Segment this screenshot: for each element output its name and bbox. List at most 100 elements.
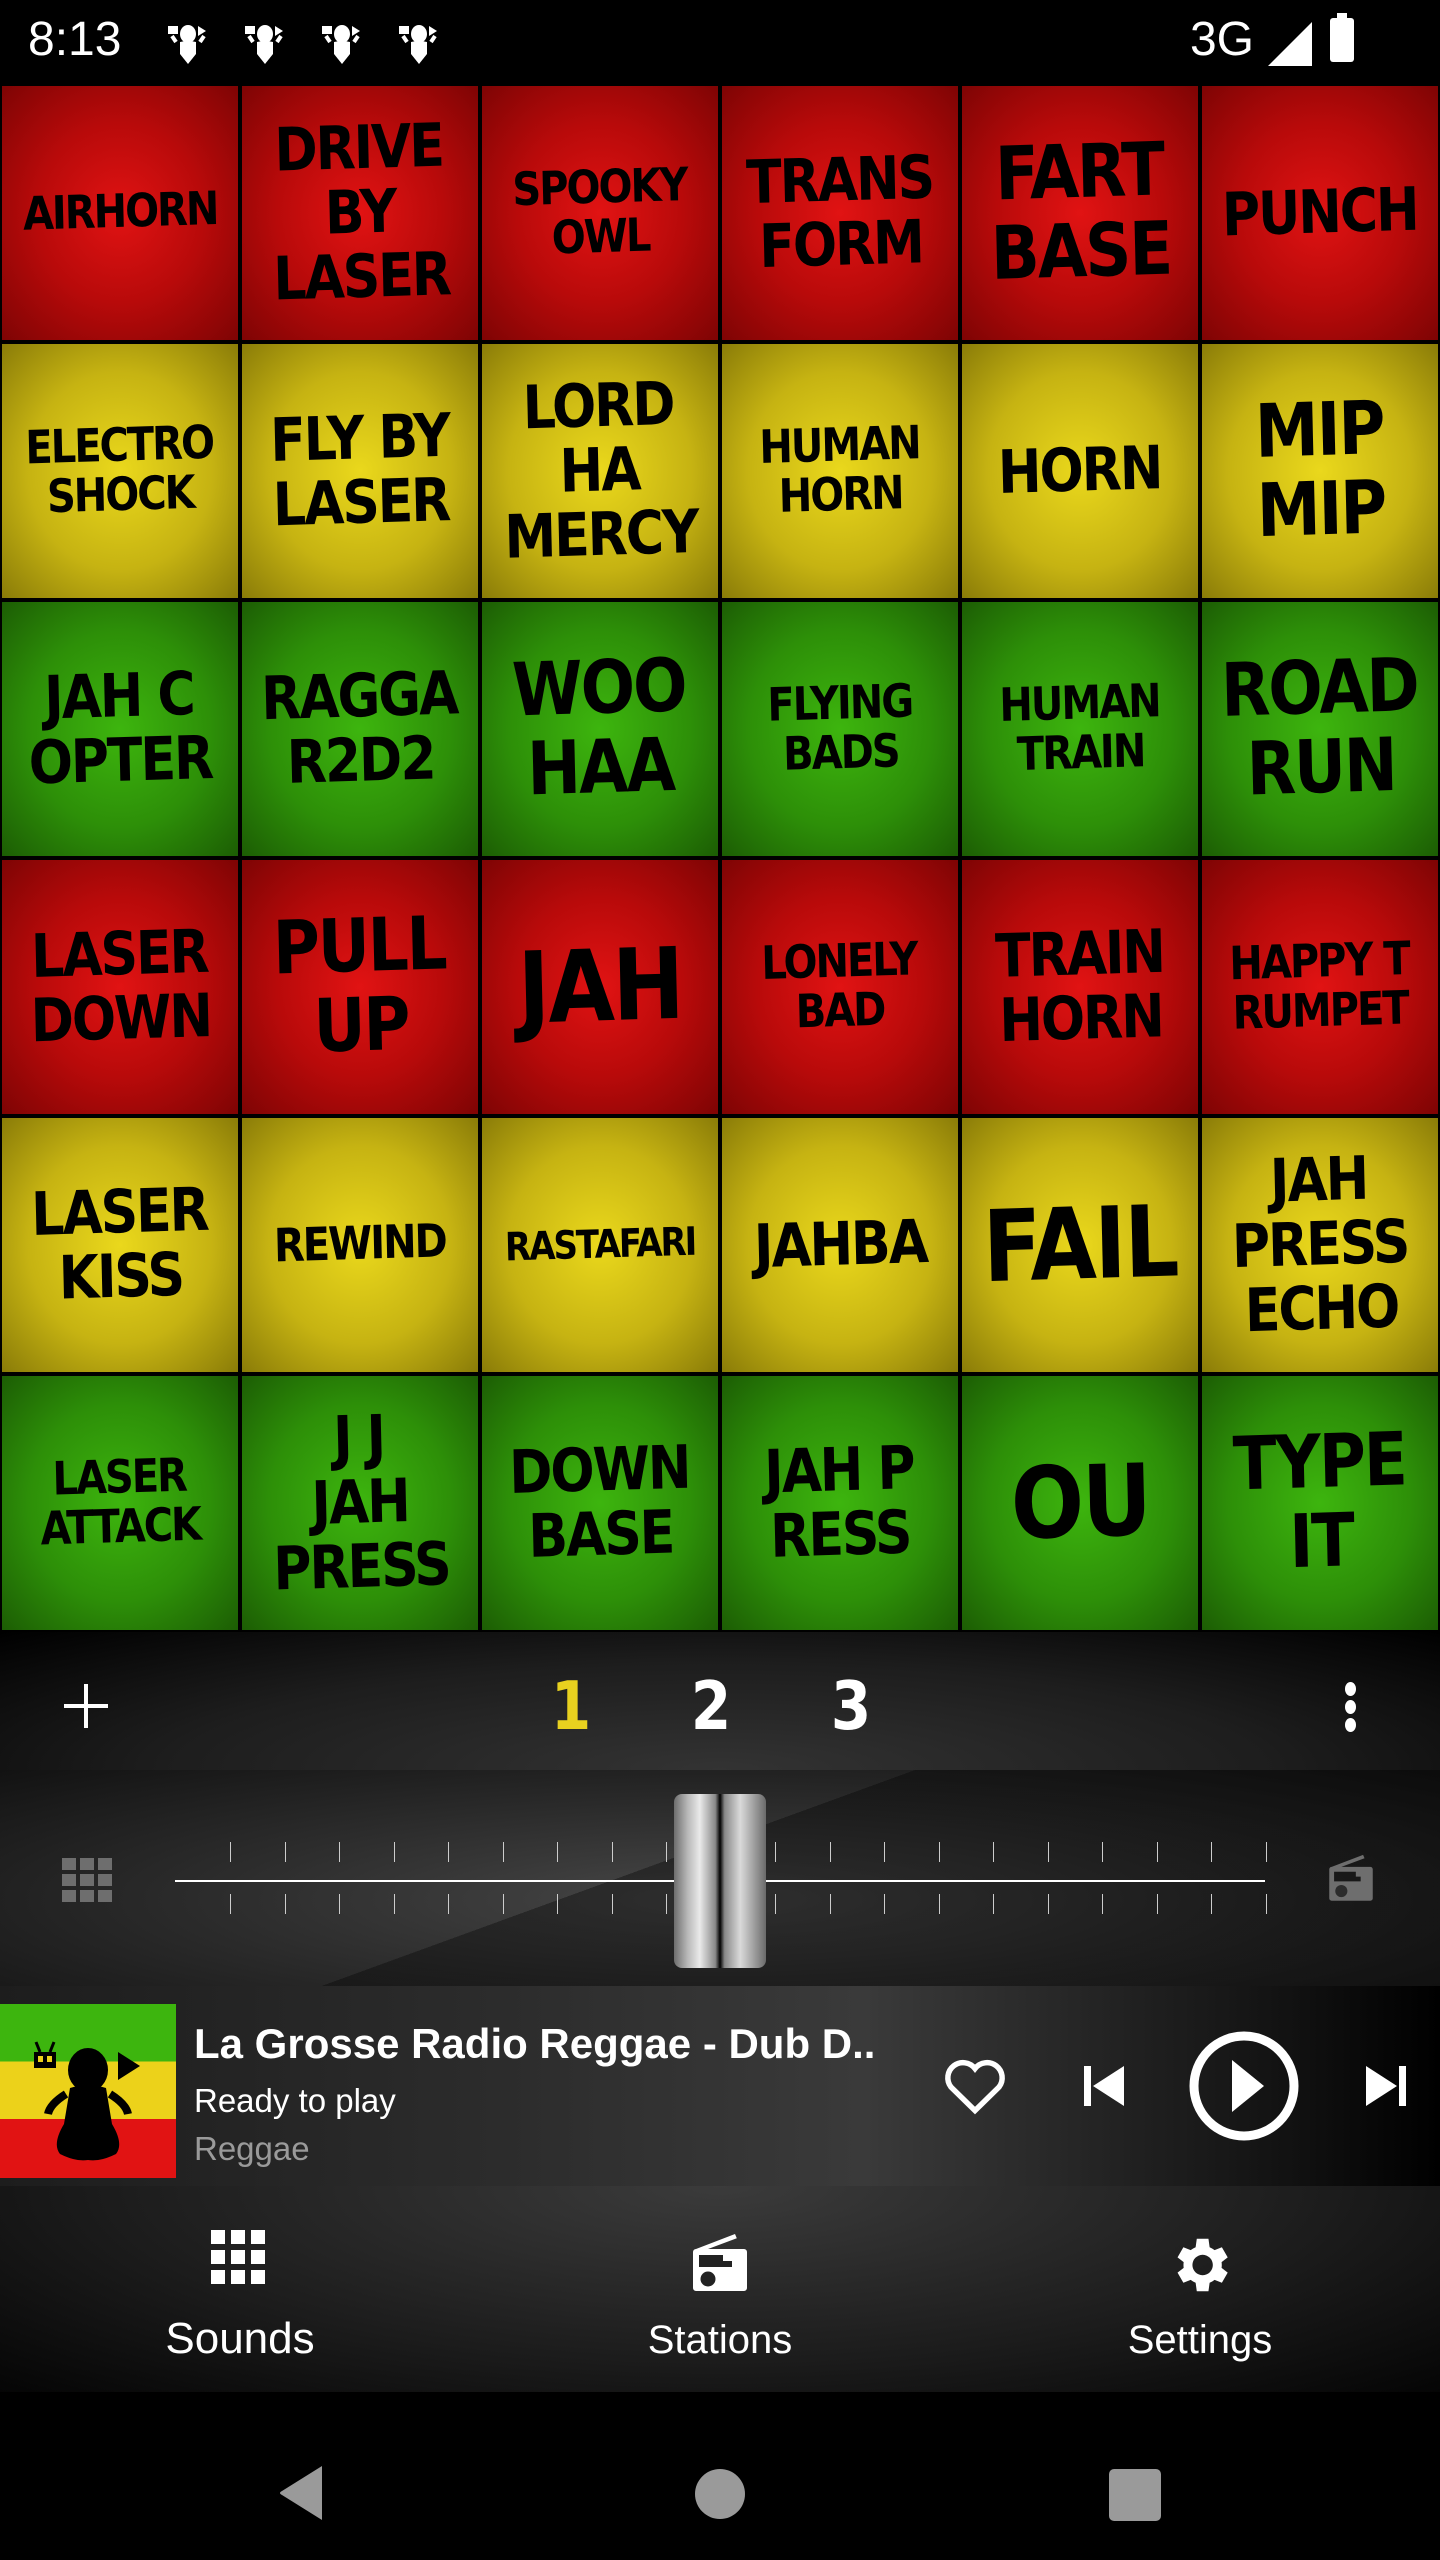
- sound-tile[interactable]: JAH: [480, 858, 720, 1116]
- sound-tile[interactable]: ELECTRO SHOCK: [0, 342, 240, 600]
- sound-tile-label: PUNCH: [1221, 175, 1419, 251]
- sound-tile[interactable]: HUMAN HORN: [720, 342, 960, 600]
- now-playing-bar: La Grosse Radio Reggae - Dub D.. Ready t…: [0, 1986, 1440, 2186]
- page-tab-2[interactable]: 2: [680, 1667, 742, 1745]
- fader-tick: [1211, 1894, 1212, 1914]
- sound-tile[interactable]: FART BASE: [960, 84, 1200, 342]
- fader-tick: [502, 1842, 504, 1862]
- fader-tick: [1265, 1894, 1267, 1914]
- fader-tick: [393, 1894, 395, 1914]
- rasta-frog-icon: [34, 2041, 140, 2161]
- station-title[interactable]: La Grosse Radio Reggae - Dub D..: [194, 2020, 875, 2068]
- sound-tile-label: LASER ATTACK: [40, 1449, 201, 1556]
- fader-tick: [339, 1894, 340, 1914]
- status-bar: 8:13 3G: [0, 0, 1440, 84]
- sound-tile-label: ROAD RUN: [1219, 643, 1419, 813]
- sound-tile[interactable]: MIP MIP: [1200, 342, 1440, 600]
- sound-tile[interactable]: PUNCH: [1200, 84, 1440, 342]
- fader-tick: [829, 1842, 831, 1862]
- fader-tick: [666, 1842, 667, 1862]
- station-genre: Reggae: [194, 2130, 310, 2167]
- sound-tile-label: JAHBA: [752, 1207, 928, 1283]
- sound-tile[interactable]: LASER DOWN: [0, 858, 240, 1116]
- sound-tile-label: WOO HAA: [511, 643, 687, 813]
- sound-tile[interactable]: RASTAFARI: [480, 1116, 720, 1374]
- sound-tile[interactable]: LASER KISS: [0, 1116, 240, 1374]
- page-selector: 123: [540, 1667, 882, 1745]
- fader-tick: [938, 1842, 940, 1862]
- home-icon[interactable]: [694, 2468, 746, 2520]
- fader-tick: [1211, 1842, 1212, 1862]
- sound-tile[interactable]: RAGGA R2D2: [240, 600, 480, 858]
- sound-tile-label: RASTAFARI: [504, 1218, 696, 1271]
- network-type: 3G: [1189, 13, 1254, 66]
- sound-tile[interactable]: HAPPY T RUMPET: [1200, 858, 1440, 1116]
- fader-tick: [1156, 1894, 1158, 1914]
- sound-tile[interactable]: JAH P RESS: [720, 1374, 960, 1632]
- fader-tick: [611, 1842, 613, 1862]
- fader-tick: [230, 1894, 231, 1914]
- sound-tile-label: PULL UP: [271, 901, 447, 1071]
- back-icon[interactable]: [276, 2464, 328, 2522]
- sound-tile-label: TRANS FORM: [745, 143, 934, 283]
- sound-tile[interactable]: HUMAN TRAIN: [960, 600, 1200, 858]
- sound-tile[interactable]: FAIL: [960, 1116, 1200, 1374]
- sound-tile[interactable]: JAHBA: [720, 1116, 960, 1374]
- sound-tile-label: LASER KISS: [30, 1175, 209, 1314]
- sound-tile[interactable]: SPOOKY OWL: [480, 84, 720, 342]
- sound-tile[interactable]: DOWN BASE: [480, 1374, 720, 1632]
- grid-icon[interactable]: [62, 1858, 112, 1906]
- recents-icon[interactable]: [1108, 2468, 1162, 2522]
- sound-tile[interactable]: J J JAH PRESS: [240, 1374, 480, 1632]
- sound-tile-label: ELECTRO SHOCK: [25, 416, 214, 524]
- more-vert-icon[interactable]: [1342, 1682, 1358, 1732]
- nav-item-stations[interactable]: Stations: [570, 2186, 870, 2392]
- radio-icon[interactable]: [1322, 1850, 1380, 1908]
- sound-tile[interactable]: FLYING BADS: [720, 600, 960, 858]
- sound-tile-label: JAH P RESS: [763, 1433, 915, 1572]
- plus-icon[interactable]: [64, 1684, 108, 1728]
- sound-tile[interactable]: OU: [960, 1374, 1200, 1632]
- sound-tile[interactable]: WOO HAA: [480, 600, 720, 858]
- sound-tile[interactable]: TYPE IT: [1200, 1374, 1440, 1632]
- rasta-frog-icon: [168, 25, 206, 64]
- fader-tick: [775, 1842, 776, 1862]
- skip-next-icon[interactable]: [1366, 2066, 1406, 2106]
- sound-tile[interactable]: ROAD RUN: [1200, 600, 1440, 858]
- play-circle-icon[interactable]: [1188, 2030, 1300, 2142]
- fader-tick: [339, 1842, 340, 1862]
- fader-tick: [557, 1842, 558, 1862]
- sound-tile[interactable]: DRIVE BY LASER: [240, 84, 480, 342]
- rasta-frog-icon: [322, 25, 360, 64]
- heart-outline-icon[interactable]: [942, 2056, 1008, 2116]
- page-tab-3[interactable]: 3: [820, 1667, 882, 1745]
- status-time: 8:13: [28, 13, 122, 66]
- sound-tile-label: JAH PRESS ECHO: [1231, 1144, 1409, 1347]
- skip-previous-icon[interactable]: [1084, 2066, 1124, 2106]
- nav-item-settings[interactable]: Settings: [1050, 2186, 1350, 2392]
- sound-tile[interactable]: JAH PRESS ECHO: [1200, 1116, 1440, 1374]
- fader-tick: [1102, 1894, 1103, 1914]
- crossfader-handle[interactable]: [674, 1794, 766, 1968]
- page-tab-1[interactable]: 1: [540, 1667, 602, 1745]
- sound-tile[interactable]: TRANS FORM: [720, 84, 960, 342]
- sound-tile-label: RAGGA R2D2: [260, 659, 458, 798]
- nav-item-sounds[interactable]: Sounds: [90, 2186, 390, 2392]
- sound-tile[interactable]: LORD HA MERCY: [480, 342, 720, 600]
- radio-icon: [693, 2234, 747, 2291]
- fader-tick: [502, 1894, 504, 1914]
- sound-tile[interactable]: TRAIN HORN: [960, 858, 1200, 1116]
- sound-tile[interactable]: AIRHORN: [0, 84, 240, 342]
- gear-icon: [1177, 2238, 1228, 2292]
- grid-icon: [211, 2230, 265, 2284]
- sound-tile[interactable]: HORN: [960, 342, 1200, 600]
- sound-tile[interactable]: LASER ATTACK: [0, 1374, 240, 1632]
- sound-tile[interactable]: PULL UP: [240, 858, 480, 1116]
- sound-tile[interactable]: JAH C OPTER: [0, 600, 240, 858]
- rasta-frog-icon: [399, 25, 437, 64]
- sound-tile[interactable]: REWIND: [240, 1116, 480, 1374]
- sound-tile[interactable]: FLY BY LASER: [240, 342, 480, 600]
- station-artwork[interactable]: [0, 2004, 176, 2178]
- fader-tick: [1047, 1842, 1049, 1862]
- sound-tile[interactable]: LONELY BAD: [720, 858, 960, 1116]
